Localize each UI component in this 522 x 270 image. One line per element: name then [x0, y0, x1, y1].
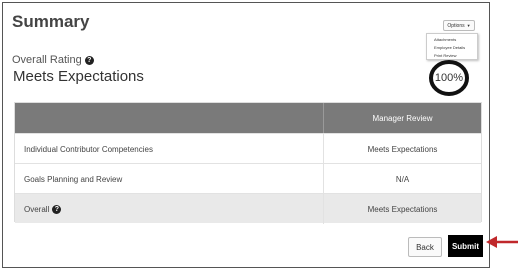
row-label-text: Goals Planning and Review — [24, 174, 123, 184]
question-circle-icon[interactable]: ? — [84, 55, 94, 65]
summary-panel: Summary Options ▼ Attachments Employee D… — [2, 2, 490, 268]
back-button[interactable]: Back — [408, 237, 442, 257]
menu-item-print-review[interactable]: Print Review — [434, 53, 456, 58]
table-header: Manager Review — [15, 103, 481, 133]
column-header-manager-review: Manager Review — [323, 103, 481, 133]
options-label: Options — [447, 22, 465, 29]
caret-down-icon: ▼ — [466, 23, 471, 28]
table-row: Goals Planning and Review N/A — [15, 163, 481, 194]
question-circle-icon[interactable]: ? — [52, 204, 62, 214]
options-dropdown-button[interactable]: Options ▼ — [443, 20, 475, 31]
overall-rating-value: Meets Expectations — [13, 68, 144, 85]
overall-rating-label: Overall Rating ? — [12, 54, 94, 66]
overall-rating-text: Overall Rating — [12, 54, 82, 66]
row-label: Overall ? — [24, 194, 62, 224]
row-label: Individual Contributor Competencies — [24, 134, 153, 164]
row-label: Goals Planning and Review — [24, 164, 122, 194]
rating-percent: 100% — [434, 72, 464, 84]
page-title: Summary — [12, 12, 90, 31]
row-value: N/A — [323, 164, 481, 194]
row-value: Meets Expectations — [323, 194, 481, 224]
row-label-text: Overall — [24, 204, 50, 214]
menu-item-attachments[interactable]: Attachments — [434, 37, 456, 42]
review-table: Manager Review Individual Contributor Co… — [14, 102, 482, 224]
menu-item-employee-details[interactable]: Employee Details — [434, 45, 465, 50]
options-menu: Attachments Employee Details Print Revie… — [426, 33, 478, 60]
submit-button[interactable]: Submit — [448, 235, 483, 257]
row-value: Meets Expectations — [323, 134, 481, 164]
table-row: Overall ? Meets Expectations — [15, 193, 481, 224]
row-label-text: Individual Contributor Competencies — [24, 144, 153, 154]
pointer-arrow-icon — [486, 236, 518, 248]
table-row: Individual Contributor Competencies Meet… — [15, 133, 481, 164]
